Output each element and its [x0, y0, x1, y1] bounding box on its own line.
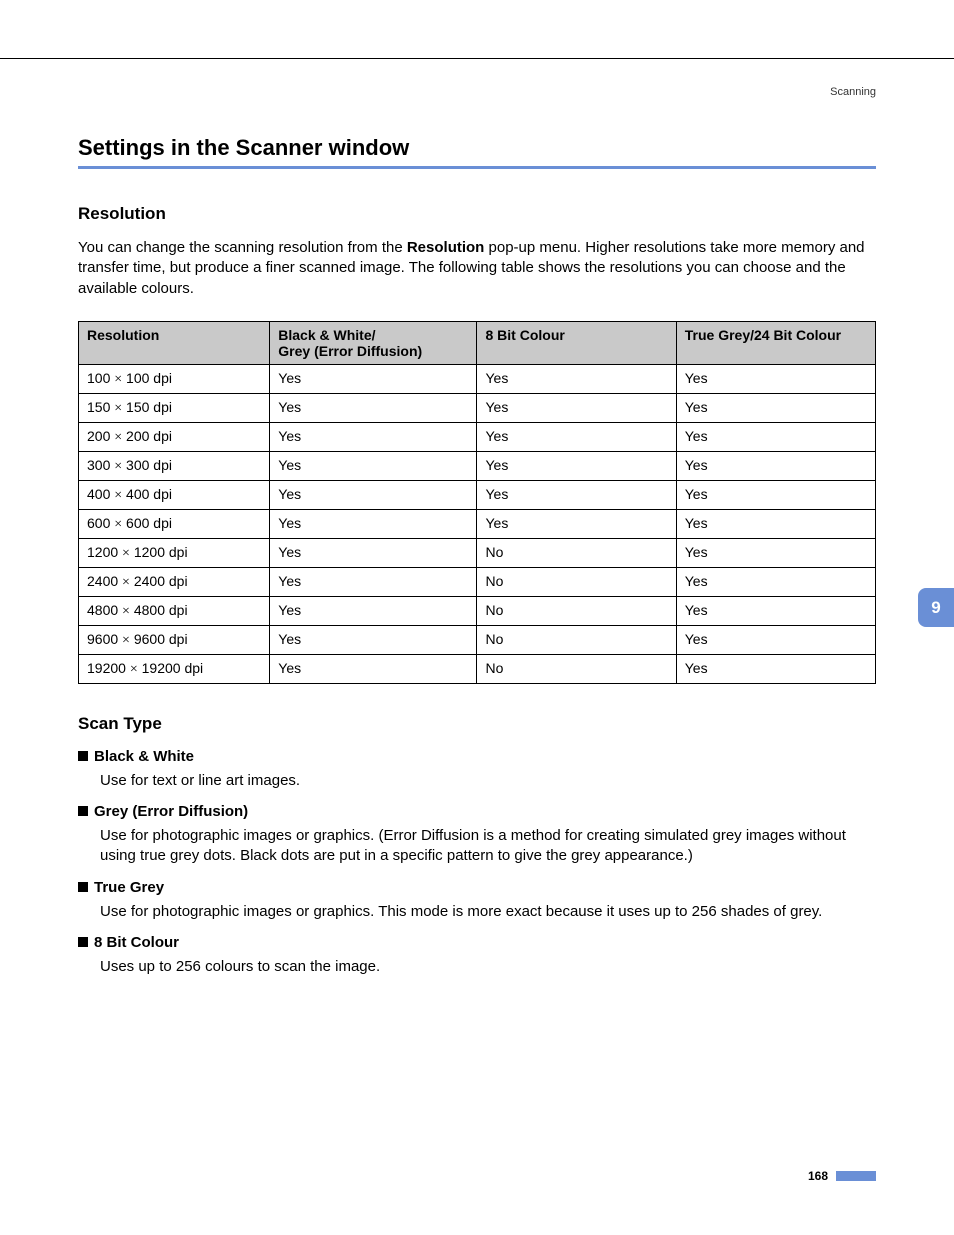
text-fragment: You can change the scanning resolution f… — [78, 239, 407, 256]
cell-truegrey: Yes — [676, 625, 875, 654]
cell-resolution: 4800 × 4800 dpi — [79, 596, 270, 625]
table-row: 600 × 600 dpiYesYesYes — [79, 509, 876, 538]
table-row: 150 × 150 dpiYesYesYes — [79, 393, 876, 422]
resolution-table: Resolution Black & White/ Grey (Error Di… — [78, 321, 876, 684]
table-row: 100 × 100 dpiYesYesYes — [79, 364, 876, 393]
main-heading-rule — [78, 166, 876, 169]
footer: 168 — [808, 1169, 876, 1183]
square-bullet-icon — [78, 937, 88, 947]
th-bw-line1: Black & White/ — [278, 327, 375, 343]
cell-bw: Yes — [270, 364, 477, 393]
main-heading: Settings in the Scanner window — [78, 135, 876, 161]
cell-truegrey: Yes — [676, 567, 875, 596]
square-bullet-icon — [78, 806, 88, 816]
cell-truegrey: Yes — [676, 422, 875, 451]
th-resolution: Resolution — [79, 321, 270, 364]
cell-bw: Yes — [270, 567, 477, 596]
cell-8bit: No — [477, 654, 676, 683]
cell-bw: Yes — [270, 451, 477, 480]
cell-bw: Yes — [270, 480, 477, 509]
cell-truegrey: Yes — [676, 654, 875, 683]
cell-8bit: Yes — [477, 393, 676, 422]
table-row: 4800 × 4800 dpiYesNoYes — [79, 596, 876, 625]
table-row: 200 × 200 dpiYesYesYes — [79, 422, 876, 451]
list-item: 8 Bit Colour Uses up to 256 colours to s… — [78, 934, 876, 977]
cell-bw: Yes — [270, 625, 477, 654]
list-item: True Grey Use for photographic images or… — [78, 879, 876, 922]
list-title-text: Grey (Error Diffusion) — [94, 803, 248, 820]
cell-bw: Yes — [270, 538, 477, 567]
cell-bw: Yes — [270, 393, 477, 422]
footer-bar — [836, 1171, 876, 1181]
header-section-label: Scanning — [830, 86, 876, 98]
list-desc-8bit: Uses up to 256 colours to scan the image… — [100, 957, 876, 977]
cell-truegrey: Yes — [676, 451, 875, 480]
table-header-row: Resolution Black & White/ Grey (Error Di… — [79, 321, 876, 364]
th-8bit: 8 Bit Colour — [477, 321, 676, 364]
top-rule — [0, 58, 954, 59]
table-row: 19200 × 19200 dpiYesNoYes — [79, 654, 876, 683]
list-item: Grey (Error Diffusion) Use for photograp… — [78, 803, 876, 867]
cell-resolution: 400 × 400 dpi — [79, 480, 270, 509]
cell-8bit: No — [477, 596, 676, 625]
cell-resolution: 600 × 600 dpi — [79, 509, 270, 538]
list-title-text: Black & White — [94, 748, 194, 765]
table-row: 1200 × 1200 dpiYesNoYes — [79, 538, 876, 567]
square-bullet-icon — [78, 751, 88, 761]
list-title-text: 8 Bit Colour — [94, 934, 179, 951]
cell-truegrey: Yes — [676, 393, 875, 422]
table-row: 300 × 300 dpiYesYesYes — [79, 451, 876, 480]
square-bullet-icon — [78, 882, 88, 892]
list-desc-bw: Use for text or line art images. — [100, 771, 876, 791]
cell-truegrey: Yes — [676, 480, 875, 509]
list-title-bw: Black & White — [78, 748, 876, 765]
cell-resolution: 150 × 150 dpi — [79, 393, 270, 422]
resolution-heading: Resolution — [78, 204, 876, 224]
cell-8bit: Yes — [477, 364, 676, 393]
cell-8bit: Yes — [477, 509, 676, 538]
cell-truegrey: Yes — [676, 538, 875, 567]
th-bw-line2: Grey (Error Diffusion) — [278, 343, 422, 359]
cell-bw: Yes — [270, 596, 477, 625]
page-number: 168 — [808, 1169, 828, 1183]
list-title-grey: Grey (Error Diffusion) — [78, 803, 876, 820]
resolution-paragraph: You can change the scanning resolution f… — [78, 238, 876, 299]
cell-truegrey: Yes — [676, 509, 875, 538]
th-bw: Black & White/ Grey (Error Diffusion) — [270, 321, 477, 364]
cell-resolution: 2400 × 2400 dpi — [79, 567, 270, 596]
cell-bw: Yes — [270, 654, 477, 683]
cell-resolution: 1200 × 1200 dpi — [79, 538, 270, 567]
cell-8bit: Yes — [477, 422, 676, 451]
chapter-tab: 9 — [918, 588, 954, 627]
list-title-8bit: 8 Bit Colour — [78, 934, 876, 951]
table-row: 2400 × 2400 dpiYesNoYes — [79, 567, 876, 596]
list-desc-true: Use for photographic images or graphics.… — [100, 902, 876, 922]
scan-type-list: Black & White Use for text or line art i… — [78, 748, 876, 977]
list-desc-grey: Use for photographic images or graphics.… — [100, 826, 876, 867]
scan-type-heading: Scan Type — [78, 714, 876, 734]
cell-8bit: No — [477, 625, 676, 654]
table-row: 400 × 400 dpiYesYesYes — [79, 480, 876, 509]
list-title-text: True Grey — [94, 879, 164, 896]
cell-bw: Yes — [270, 509, 477, 538]
cell-8bit: Yes — [477, 451, 676, 480]
cell-truegrey: Yes — [676, 364, 875, 393]
cell-resolution: 19200 × 19200 dpi — [79, 654, 270, 683]
cell-truegrey: Yes — [676, 596, 875, 625]
list-title-true: True Grey — [78, 879, 876, 896]
cell-bw: Yes — [270, 422, 477, 451]
cell-8bit: No — [477, 538, 676, 567]
content-area: Settings in the Scanner window Resolutio… — [78, 135, 876, 989]
cell-resolution: 300 × 300 dpi — [79, 451, 270, 480]
th-truegrey: True Grey/24 Bit Colour — [676, 321, 875, 364]
table-row: 9600 × 9600 dpiYesNoYes — [79, 625, 876, 654]
cell-resolution: 9600 × 9600 dpi — [79, 625, 270, 654]
list-item: Black & White Use for text or line art i… — [78, 748, 876, 791]
table-body: 100 × 100 dpiYesYesYes150 × 150 dpiYesYe… — [79, 364, 876, 683]
cell-8bit: No — [477, 567, 676, 596]
cell-resolution: 100 × 100 dpi — [79, 364, 270, 393]
cell-resolution: 200 × 200 dpi — [79, 422, 270, 451]
text-bold: Resolution — [407, 239, 485, 256]
cell-8bit: Yes — [477, 480, 676, 509]
